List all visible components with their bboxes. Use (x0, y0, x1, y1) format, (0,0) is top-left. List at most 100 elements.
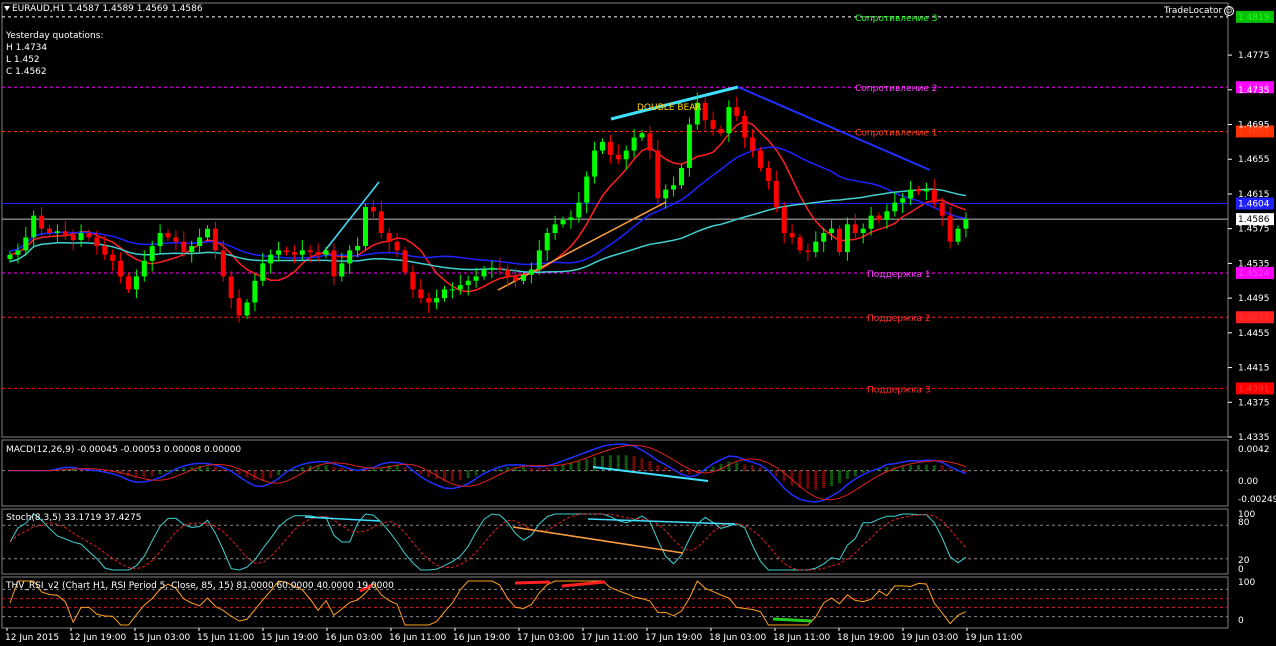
candle-bear (370, 206, 376, 212)
candle-bear (497, 267, 503, 270)
y-tick-label: 1.4655 (1238, 155, 1270, 165)
candle-bull (260, 263, 266, 281)
level-price-label: 1.4391 (1238, 384, 1270, 394)
rsi-overbought-segment (514, 580, 551, 585)
x-tick-label: 18 Jun 03:00 (709, 633, 766, 643)
smiley-icon: ☺ (1224, 6, 1235, 16)
symbol-title[interactable]: EURAUD,H1 1.4587 1.4589 1.4569 1.4586 (4, 4, 203, 14)
candle-bear (331, 250, 337, 277)
candle-bear (876, 215, 882, 220)
candle-bear (805, 250, 811, 253)
candle-bear (284, 250, 289, 253)
candle-bull (442, 289, 447, 299)
candle-bull (78, 233, 84, 240)
yesterday-high: H 1.4734 (6, 43, 48, 53)
rsi-tick-label: 100 (1238, 578, 1255, 588)
candle-bear (386, 233, 392, 242)
candle-bull (7, 254, 13, 260)
candle-bull (528, 269, 534, 275)
level-price-label: 1.4604 (1238, 200, 1270, 210)
candle-bear (916, 189, 921, 192)
candle-bull (363, 206, 368, 247)
y-tick-label: 1.4335 (1238, 433, 1270, 443)
candle-bull (552, 224, 558, 234)
candle-bull (584, 176, 590, 203)
candle-bull (726, 107, 732, 134)
candle-bull (157, 233, 163, 247)
candle-bull (355, 246, 361, 251)
candle-bear (939, 202, 945, 216)
candle-bear (110, 254, 116, 261)
level-label: Поддержка 1 (867, 270, 931, 280)
candle-bull (592, 150, 598, 177)
candle-bull (600, 141, 605, 151)
candle-bear (86, 233, 92, 238)
macd-tick-label: 0.0042 (1238, 445, 1270, 455)
x-tick-label: 18 Jun 19:00 (837, 633, 894, 643)
candle-bull (197, 237, 203, 247)
candle-bear (773, 180, 779, 207)
candle-bear (118, 260, 124, 277)
chart-root: 1.4819Сопротивление 31.4738Сопротивление… (0, 0, 1276, 646)
candle-bear (742, 115, 748, 138)
candle-bull (679, 167, 684, 186)
candle-bear (307, 250, 313, 253)
candle-bull (868, 215, 874, 229)
yesterday-close: C 1.4562 (6, 67, 47, 77)
level-label: Сопротивление 1 (855, 128, 937, 138)
candle-bear (236, 298, 242, 316)
candle-bull (686, 124, 692, 168)
macd-tick-label: -0.00249 (1238, 495, 1276, 505)
candle-bull (347, 250, 353, 264)
candle-bull (900, 198, 906, 203)
y-tick-label: 1.4495 (1238, 294, 1270, 304)
candle-bull (252, 280, 258, 303)
candle-bear (165, 233, 171, 238)
x-tick-label: 19 Jun 03:00 (901, 633, 958, 643)
candle-bull (244, 302, 250, 316)
candle-bear (607, 141, 613, 155)
candle-bear (655, 150, 661, 199)
candle-bear (126, 276, 131, 290)
x-tick-label: 17 Jun 11:00 (581, 633, 638, 643)
x-tick-label: 15 Jun 11:00 (197, 633, 254, 643)
candle-bull (489, 267, 495, 270)
candle-bull (955, 228, 961, 242)
candle-bull (465, 280, 471, 286)
candle-bull (821, 233, 827, 242)
candle-bull (141, 260, 147, 277)
y-tick-label: 1.4695 (1238, 121, 1270, 131)
candle-bear (291, 252, 297, 255)
level-price-label: 1.4819 (1238, 13, 1270, 23)
candle-bull (276, 250, 282, 255)
x-tick-label: 17 Jun 03:00 (517, 633, 574, 643)
tradelocator-button[interactable]: TradeLocator ☺ (1164, 6, 1235, 16)
candle-bull (663, 189, 669, 199)
candle-bull (536, 250, 542, 270)
candle-bear (94, 237, 100, 247)
dropdown-arrow-icon[interactable] (4, 6, 10, 11)
x-tick-label: 16 Jun 11:00 (389, 633, 446, 643)
yesterday-low: L 1.452 (6, 55, 40, 65)
candle-bear (718, 128, 724, 134)
candle-bear (228, 276, 234, 299)
candle-bull (521, 274, 526, 281)
x-tick-label: 18 Jun 11:00 (773, 633, 830, 643)
x-tick-label: 12 Jun 19:00 (69, 633, 126, 643)
candle-bear (615, 154, 621, 160)
rsi-label: THV_RSI_v2 (Chart H1, RSI Period 5, Clos… (6, 581, 394, 591)
y-tick-label: 1.4775 (1238, 51, 1270, 61)
candle-bull (671, 185, 677, 190)
x-tick-label: 15 Jun 19:00 (261, 633, 318, 643)
candle-bear (212, 228, 218, 251)
candle-bear (710, 120, 716, 129)
candle-bear (702, 102, 708, 121)
candle-bear (378, 211, 384, 234)
tradelocator-label: TradeLocator (1164, 6, 1223, 16)
macd-tick-label: 0.00 (1238, 477, 1258, 487)
candle-bear (513, 276, 519, 281)
candle-bull (844, 224, 850, 253)
stoch-tick-label: 0 (1238, 565, 1244, 575)
stoch-label: Stoch(8,3,5) 33.1719 37.4275 (6, 513, 142, 523)
candle-bear (315, 252, 321, 255)
